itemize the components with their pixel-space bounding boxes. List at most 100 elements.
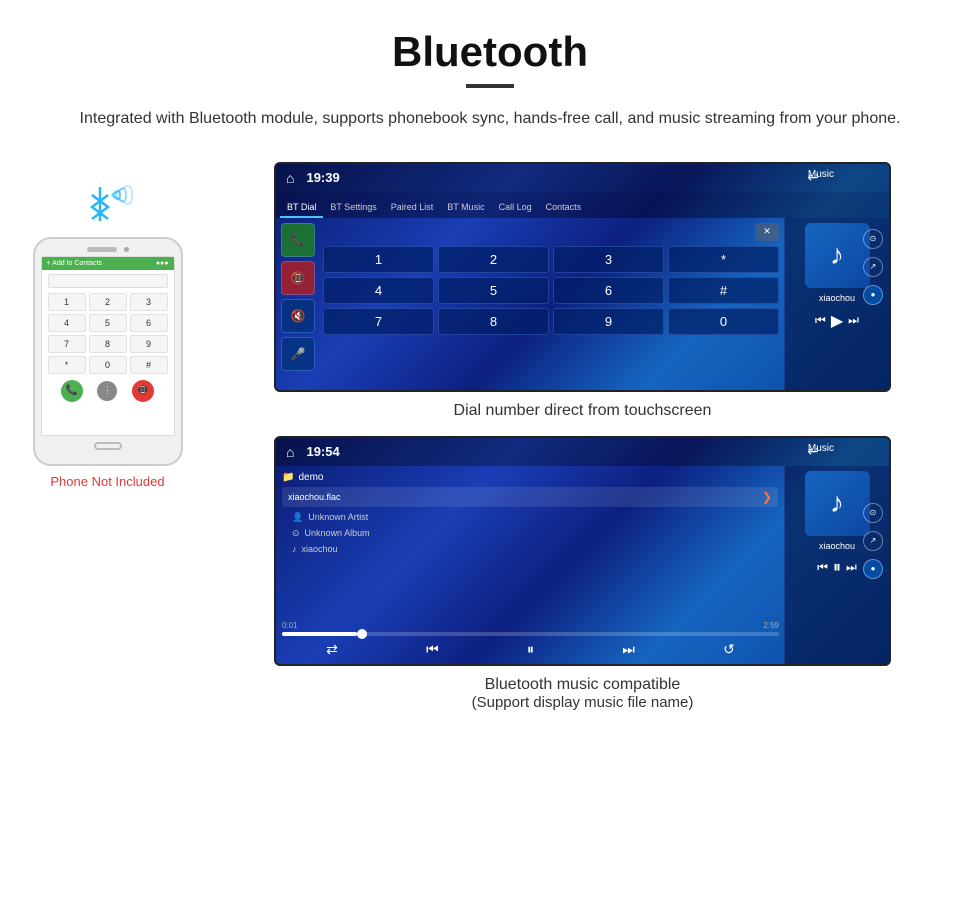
cs2-prev-ctrl-btn[interactable]: ⏮	[817, 560, 828, 575]
call-btn-green: 📞	[61, 380, 83, 402]
cs1-num-7[interactable]: 7	[323, 308, 434, 335]
cs1-num-hash[interactable]: #	[668, 277, 779, 304]
cs1-num-0[interactable]: 0	[668, 308, 779, 335]
phone-add-contacts: + Add to Contacts	[47, 260, 102, 267]
cs2-content: 📁 demo xiaochou.flac ❯ 👤 Unknow	[276, 466, 889, 664]
cs2-progress-area: 0:01 2:59	[282, 621, 779, 636]
cs1-side-btn-3[interactable]: ●	[863, 285, 883, 305]
cs1-num-6[interactable]: 6	[553, 277, 664, 304]
cs1-call-btn[interactable]: 📞	[281, 223, 315, 257]
car-screen-2: ⌂ 19:54 ↩ Music 📁 demo xi	[274, 436, 891, 666]
cs2-disc-icon: ⊙	[292, 528, 300, 539]
cs1-tab-calllog[interactable]: Call Log	[492, 198, 539, 218]
cs2-next-ctrl-btn[interactable]: ⏭	[846, 560, 857, 575]
cs2-file-row: xiaochou.flac ❯	[282, 487, 778, 507]
cs2-topbar: ⌂ 19:54 ↩	[276, 438, 889, 466]
cs2-play-ctrl-btn[interactable]: ⏸	[833, 559, 841, 577]
cs1-num-9[interactable]: 9	[553, 308, 664, 335]
cs2-playback-controls: ⏮ ⏸ ⏭	[817, 559, 857, 577]
cs1-mute-btn[interactable]: 🔇	[281, 299, 315, 333]
cs2-next-btn[interactable]: ⏭	[622, 641, 635, 658]
cs1-play-btn[interactable]: ▶	[831, 311, 843, 331]
cs1-tab-btmusic[interactable]: BT Music	[440, 198, 491, 218]
dialpad-key-4: 4	[48, 314, 86, 332]
dialpad-key-2: 2	[89, 293, 127, 311]
cs1-music-icon: ♪	[805, 223, 870, 288]
phone-mockup: + Add to Contacts ●●● 1 2 3 4 5 6 7 8 9	[33, 237, 183, 466]
cs1-num-4[interactable]: 4	[323, 277, 434, 304]
cs2-bottom-controls: ⇄ ⏮ ⏸ ⏭ ↺	[282, 641, 779, 658]
cs1-content: 📞 📵 🔇 🎤 ✕ 1 2	[276, 218, 889, 390]
cs2-metadata: 👤 Unknown Artist ⊙ Unknown Album ♪ xiaoc…	[292, 512, 778, 554]
cs1-next-btn[interactable]: ⏭	[848, 313, 859, 328]
cs1-music-panel: ♪ xiaochou ⏮ ▶ ⏭ ⊙ ↗ ●	[784, 218, 889, 390]
cs2-side-btn-2[interactable]: ↗	[863, 531, 883, 551]
cs1-side-btn-2[interactable]: ↗	[863, 257, 883, 277]
phone-dialpad: 1 2 3 4 5 6 7 8 9 * 0 # 📞	[42, 270, 174, 410]
dialpad-key-3: 3	[130, 293, 168, 311]
cs2-prev-btn[interactable]: ⏮	[426, 641, 439, 658]
cs1-tab-btdial[interactable]: BT Dial	[280, 198, 323, 218]
cs2-repeat-btn[interactable]: ↺	[723, 641, 735, 658]
cs1-time: 19:39	[306, 170, 339, 185]
cs1-action-btns: 📞 📵 🔇 🎤	[281, 223, 315, 385]
phone-bottom-bar: 📞 ⋮ 📵	[48, 376, 168, 406]
cs1-num-8[interactable]: 8	[438, 308, 549, 335]
dialpad-key-1: 1	[48, 293, 86, 311]
cs1-num-1[interactable]: 1	[323, 246, 434, 273]
cs2-side-btn-1[interactable]: ⊙	[863, 503, 883, 523]
screens-section: ⌂ 19:39 ↩ Music BT Dial BT Settings Pair…	[215, 162, 950, 727]
screen2-caption2: (Support display music file name)	[472, 694, 694, 711]
cs1-num-3[interactable]: 3	[553, 246, 664, 273]
cs1-tab-pairedlist[interactable]: Paired List	[384, 198, 441, 218]
phone-home-button	[94, 442, 122, 450]
phone-not-included-label: Phone Not Included	[50, 474, 164, 489]
cs1-prev-btn[interactable]: ⏮	[815, 313, 826, 328]
cs2-side-btn-3[interactable]: ●	[863, 559, 883, 579]
cs1-home-icon: ⌂	[286, 170, 294, 186]
cs2-progress-bar[interactable]	[282, 632, 779, 636]
cs1-side-btn-1[interactable]: ⊙	[863, 229, 883, 249]
cs2-song: xiaochou	[302, 544, 338, 554]
folder-icon: 📁	[282, 472, 294, 483]
cs2-album: Unknown Album	[305, 528, 370, 538]
cs1-num-2[interactable]: 2	[438, 246, 549, 273]
cs2-song-row: ♪ xiaochou	[292, 544, 778, 554]
cs2-pause-btn[interactable]: ⏸	[527, 641, 534, 658]
cs2-person-icon: 👤	[292, 512, 303, 523]
screen-2-item: ⌂ 19:54 ↩ Music 📁 demo xi	[215, 436, 950, 711]
cs2-side-btns: ⊙ ↗ ●	[863, 503, 883, 579]
phone-top-bar	[41, 247, 175, 252]
cs2-artist: Unknown Artist	[308, 512, 368, 522]
folder-name: demo	[298, 472, 323, 483]
cs1-mic-btn[interactable]: 🎤	[281, 337, 315, 371]
cs1-tab-btsettings[interactable]: BT Settings	[323, 198, 383, 218]
car-screen-1: ⌂ 19:39 ↩ Music BT Dial BT Settings Pair…	[274, 162, 891, 392]
phone-screen: + Add to Contacts ●●● 1 2 3 4 5 6 7 8 9	[41, 256, 175, 436]
cs1-tab-contacts[interactable]: Contacts	[539, 198, 589, 218]
dialpad-key-9: 9	[130, 335, 168, 353]
cs2-progress-fill	[282, 632, 357, 636]
phone-signal-icon: ●●●	[156, 260, 169, 267]
call-btn-red: 📵	[132, 380, 154, 402]
dialpad-key-star: *	[48, 356, 86, 374]
cs2-left-panel: 📁 demo xiaochou.flac ❯ 👤 Unknow	[276, 466, 784, 664]
cs2-time-start: 0:01	[282, 621, 298, 630]
dialpad-key-7: 7	[48, 335, 86, 353]
dialpad-key-hash: #	[130, 356, 168, 374]
page-title: Bluetooth	[0, 0, 980, 84]
dialpad-key-0: 0	[89, 356, 127, 374]
cs2-shuffle-btn[interactable]: ⇄	[326, 641, 338, 658]
cs2-time: 19:54	[306, 444, 339, 459]
cs1-num-star[interactable]: *	[668, 246, 779, 273]
screen2-caption1: Bluetooth music compatible	[485, 676, 681, 694]
phone-camera	[124, 247, 129, 252]
cs2-home-icon: ⌂	[286, 444, 294, 460]
cs1-hangup-btn[interactable]: 📵	[281, 261, 315, 295]
cs1-tabs: BT Dial BT Settings Paired List BT Music…	[276, 192, 889, 218]
cs2-arrow-icon: ❯	[762, 490, 772, 504]
cs1-delete-btn[interactable]: ✕	[755, 223, 779, 241]
phone-section: + Add to Contacts ●●● 1 2 3 4 5 6 7 8 9	[20, 162, 195, 489]
phone-extra-btn: ⋮	[97, 381, 117, 401]
cs1-num-5[interactable]: 5	[438, 277, 549, 304]
